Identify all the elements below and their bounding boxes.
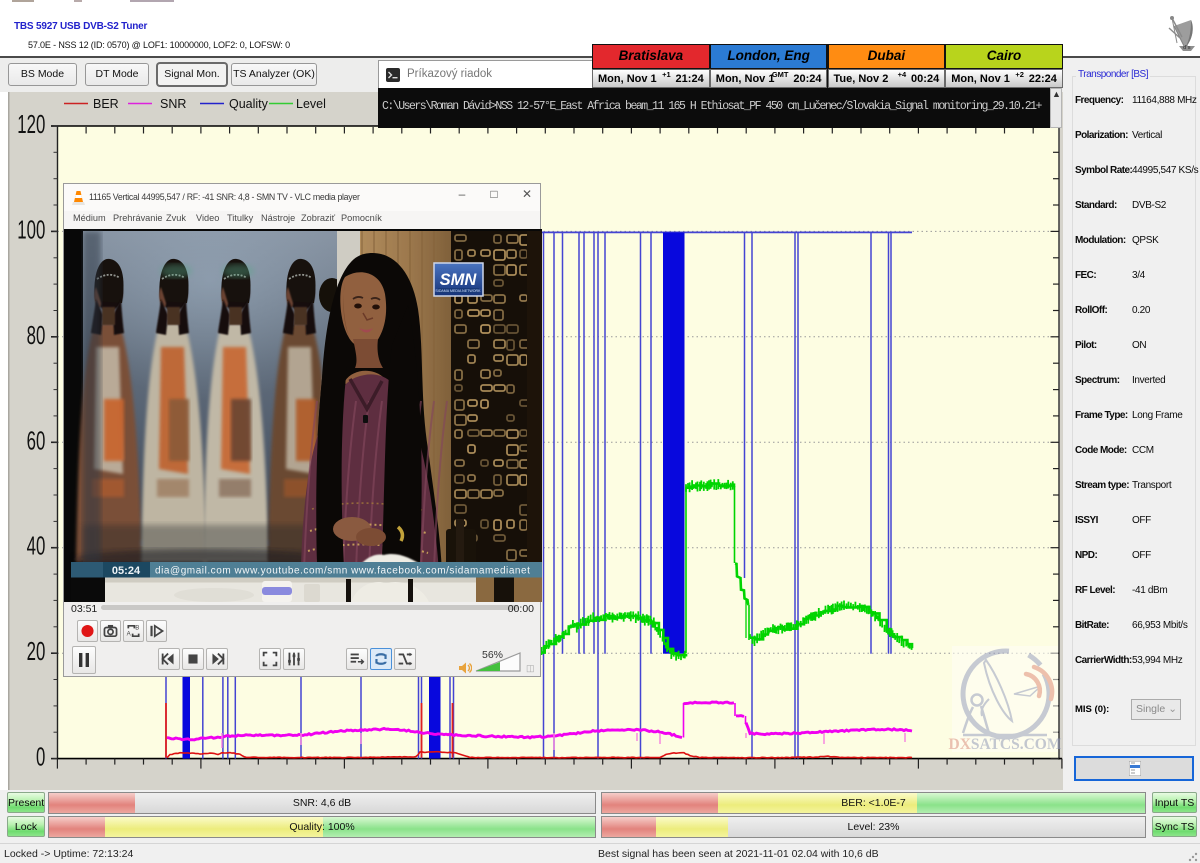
svg-text:120: 120 [17,111,45,139]
svg-text:05:24: 05:24 [112,565,141,577]
svg-text:DXSATCS.COM: DXSATCS.COM [949,736,1062,753]
svg-text:20: 20 [27,638,46,666]
svg-text:Quality: Quality [229,97,269,111]
svg-text:100: 100 [17,216,45,244]
svg-text:d's: d's [1183,45,1191,51]
svg-text:B: B [135,625,139,631]
svg-text:SNR: SNR [160,97,186,111]
svg-text:40: 40 [27,533,46,561]
svg-text:SIDAMA MEDIA NETWORK: SIDAMA MEDIA NETWORK [435,289,481,293]
svg-text:80: 80 [27,322,46,350]
svg-text:Level: Level [296,97,326,111]
svg-text:60: 60 [27,427,46,455]
svg-text:BER: BER [93,97,119,111]
svg-text:56%: 56% [482,649,503,661]
svg-text:dia@gmail.com www.youtube.com/: dia@gmail.com www.youtube.com/smn www.fa… [155,565,531,576]
svg-text:SMN: SMN [440,271,478,289]
svg-text:A: A [127,631,132,637]
svg-text:0: 0 [36,744,45,772]
